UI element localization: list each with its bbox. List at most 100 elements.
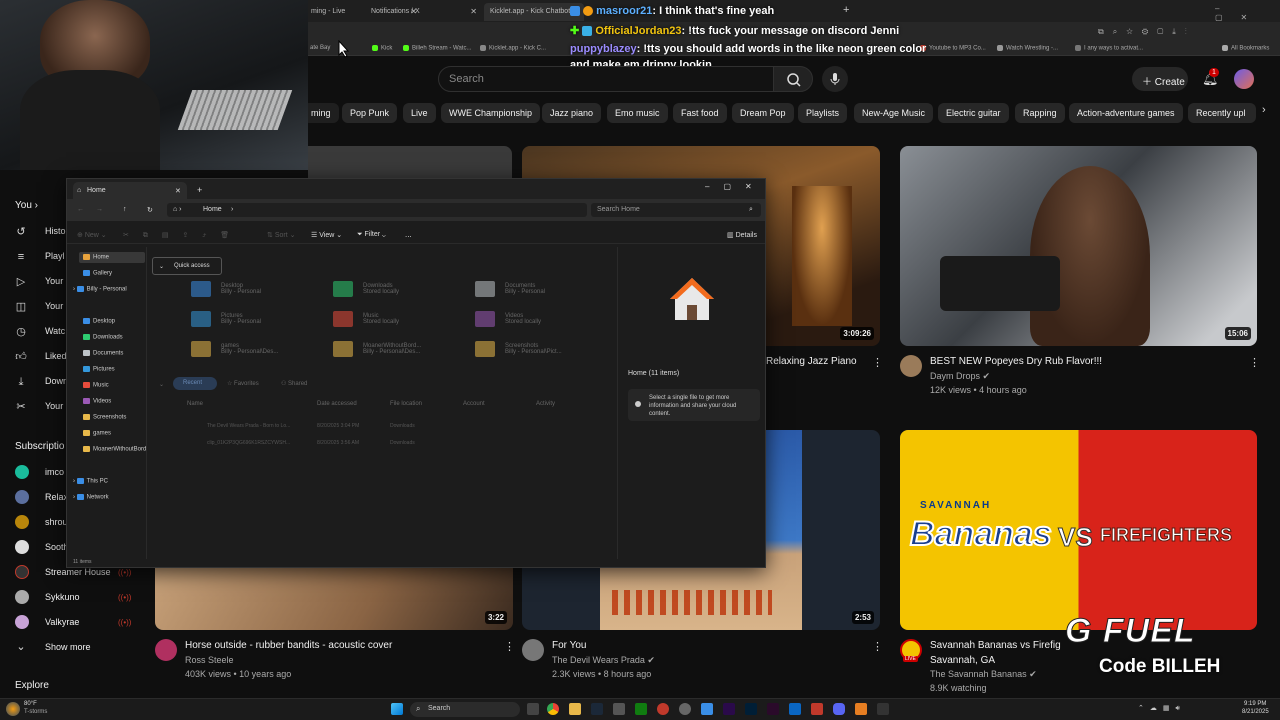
chip[interactable]: New-Age Music — [854, 103, 934, 123]
chip[interactable]: Playlists — [798, 103, 848, 123]
nav-playlists[interactable]: Playl — [45, 251, 65, 261]
nav-your-clips[interactable]: Your — [45, 401, 63, 411]
address-bar[interactable] — [167, 203, 587, 217]
photoshop-icon[interactable] — [745, 703, 757, 715]
nav-music[interactable]: Music — [83, 382, 109, 389]
window-controls[interactable]: –▢✕ — [705, 182, 766, 191]
quick-access-item[interactable]: Documents Billy - Personal — [475, 281, 545, 297]
app-icon[interactable] — [613, 703, 625, 715]
bookmark[interactable]: Billeh Stream - Watc... — [403, 45, 471, 52]
nav-network[interactable]: › Network — [73, 494, 109, 501]
chip[interactable]: Emo music — [607, 103, 668, 123]
search-input[interactable]: Search — [438, 66, 774, 92]
tab-favorites[interactable]: ☆ Favorites — [227, 380, 259, 387]
channel-avatar[interactable] — [155, 639, 177, 661]
details-button[interactable]: ▥ Details — [727, 231, 757, 239]
channel-name[interactable]: The Savannah Bananas ✔︎ — [930, 669, 1037, 680]
nav-desktop[interactable]: Desktop — [83, 318, 115, 325]
video-thumbnail[interactable]: SAVANNAH Bananas VS FIREFIGHTERS — [900, 430, 1257, 630]
nav-screenshots[interactable]: Screenshots — [83, 414, 126, 421]
show-more-button[interactable]: Show more — [45, 642, 91, 652]
bookmark[interactable]: Kick — [372, 45, 392, 52]
nav-history[interactable]: Histo — [45, 226, 66, 236]
windows-start-icon[interactable] — [391, 703, 403, 715]
more-icon[interactable]: ⋮ — [1249, 356, 1260, 369]
nav-watch-later[interactable]: Watc — [45, 326, 65, 336]
task-view-icon[interactable] — [527, 703, 539, 715]
browser-toolbar-icons[interactable]: ⧉⌕☆⚙▢⤓⋮ — [1098, 27, 1196, 37]
avatar[interactable] — [1234, 69, 1254, 89]
nav-this-pc[interactable]: › This PC — [73, 478, 108, 485]
nav-games[interactable]: games — [83, 430, 111, 437]
quick-access-item[interactable]: Screenshots Billy - Personal\Pict... — [475, 341, 562, 357]
chip[interactable]: Fast food — [673, 103, 727, 123]
video-thumbnail[interactable]: 15:06 — [900, 146, 1257, 346]
chip[interactable]: Live — [403, 103, 436, 123]
more-icon[interactable]: ⋮ — [504, 640, 515, 653]
more-icon[interactable]: ⋮ — [872, 640, 883, 653]
quick-access-item[interactable]: Downloads Stored locally — [333, 281, 399, 297]
nav-liked[interactable]: Liked — [45, 351, 67, 361]
table-row[interactable]: The Devil Wears Prada - Born to Lo... 8/… — [185, 421, 685, 431]
filter-button[interactable]: ⏷ Filter ⌄ — [357, 231, 386, 239]
chip[interactable]: ming — [303, 103, 339, 123]
app-icon[interactable] — [789, 703, 801, 715]
obs-icon[interactable] — [657, 703, 669, 715]
app-icon[interactable] — [701, 703, 713, 715]
nav-folder[interactable]: MoanerWithoutBord — [83, 446, 146, 453]
chrome-icon[interactable] — [547, 703, 559, 715]
chip[interactable]: Electric guitar — [938, 103, 1009, 123]
nav-arrows-icon[interactable]: ←→ — [77, 206, 115, 213]
video-title[interactable]: Horse outside - rubber bandits - acousti… — [185, 640, 392, 651]
app-icon[interactable] — [877, 703, 889, 715]
create-button[interactable]: ＋ Create — [1132, 67, 1188, 91]
new-tab-button[interactable]: + — [843, 4, 849, 16]
quick-access-item[interactable]: Music Stored locally — [333, 311, 399, 327]
chip[interactable]: Action-adventure games — [1069, 103, 1183, 123]
channel-name[interactable]: Daym Drops ✔︎ — [930, 371, 990, 382]
close-icon[interactable]: ✕ — [175, 187, 181, 195]
up-arrow-icon[interactable]: ↑ — [123, 206, 127, 213]
chip[interactable]: Rapping — [1015, 103, 1065, 123]
chip[interactable]: Dream Pop — [732, 103, 794, 123]
channel-name[interactable]: Ross Steele — [185, 655, 234, 665]
column-header[interactable]: Account — [463, 401, 485, 407]
view-button[interactable]: ☰ View ⌄ — [311, 231, 342, 239]
notifications-button[interactable]: 🔔︎ 1 — [1202, 68, 1219, 87]
window-controls[interactable]: –▢✕ — [1215, 4, 1280, 22]
chip[interactable]: Pop Punk — [342, 103, 398, 123]
premiere-icon[interactable] — [767, 703, 779, 715]
app-icon[interactable] — [679, 703, 691, 715]
file-explorer-icon[interactable] — [569, 703, 581, 715]
taskbar-search[interactable]: ⌕ Search — [410, 702, 520, 717]
nav-you[interactable]: You › — [15, 200, 38, 211]
more-button[interactable]: ... — [405, 230, 412, 239]
nav-home[interactable]: Home — [83, 254, 109, 261]
nav-your-courses[interactable]: Your — [45, 301, 63, 311]
xbox-icon[interactable] — [635, 703, 647, 715]
column-header[interactable]: Activity — [536, 401, 555, 407]
nav-your-videos[interactable]: Your — [45, 276, 63, 286]
bookmark[interactable]: Watch Wrestling -... — [997, 45, 1058, 52]
bookmark[interactable]: All Bookmarks — [1222, 45, 1269, 52]
video-title[interactable]: For You — [552, 640, 586, 651]
refresh-icon[interactable]: ↻ — [147, 206, 153, 214]
more-icon[interactable]: ⋮ — [872, 356, 883, 369]
bookmark[interactable]: I any ways to activat... — [1075, 45, 1143, 52]
column-header[interactable]: Name — [187, 401, 203, 407]
chip[interactable]: Recently upl — [1188, 103, 1256, 123]
quick-access-item[interactable]: Pictures Billy - Personal — [191, 311, 261, 327]
bookmark[interactable]: Kicklet.app - Kick C... — [480, 45, 546, 52]
chevron-right-icon[interactable]: › — [1262, 104, 1266, 116]
nav-pictures[interactable]: Pictures — [83, 366, 115, 373]
app-icon[interactable] — [855, 703, 867, 715]
browser-tab[interactable]: Notifications / X ✕ — [365, 3, 483, 21]
after-effects-icon[interactable] — [723, 703, 735, 715]
new-tab-button[interactable]: + — [197, 185, 202, 195]
subscription-item[interactable]: Sykkuno — [45, 592, 80, 602]
bookmark[interactable]: Youtube to MP3 Co... — [920, 45, 986, 52]
nav-documents[interactable]: Documents — [83, 350, 123, 357]
subscription-item[interactable]: imco — [45, 467, 64, 477]
video-title[interactable]: Savannah Bananas vs Firefig — [930, 640, 1061, 651]
channel-avatar[interactable] — [522, 639, 544, 661]
